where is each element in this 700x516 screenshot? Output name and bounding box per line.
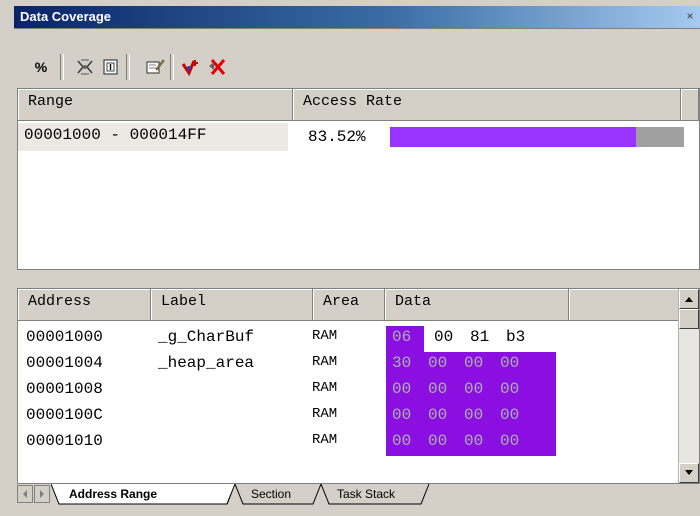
window-title: Data Coverage	[20, 9, 112, 24]
data-byte: 00	[500, 380, 520, 398]
tab-strip: Address Range Section Task Stack	[17, 484, 700, 506]
data-row[interactable]: 00001008 RAM 00 00 00 00	[18, 377, 678, 404]
delete-range-button[interactable]	[204, 54, 230, 80]
access-rate-bar-fill	[390, 127, 636, 147]
column-header-access-rate[interactable]: Access Rate	[293, 89, 681, 121]
data-byte: 00	[464, 432, 484, 450]
memory-button[interactable]	[98, 54, 124, 80]
column-header-address[interactable]: Address	[18, 289, 151, 321]
memory-icon	[103, 59, 118, 75]
data-byte: 00	[392, 432, 412, 450]
address-cell: 00001008	[26, 380, 103, 398]
data-row[interactable]: 0000100C RAM 00 00 00 00	[18, 403, 678, 430]
delete-range-icon	[209, 59, 226, 75]
chevron-left-icon	[23, 490, 27, 498]
add-range-button[interactable]	[178, 54, 204, 80]
access-rate-value: 83.52%	[308, 128, 366, 146]
data-coverage-window: Data Coverage × % Range Access Rate 0000…	[0, 0, 700, 516]
arrow-down-icon	[685, 470, 693, 475]
scroll-down-button[interactable]	[679, 463, 699, 483]
data-byte: 30	[392, 354, 412, 372]
label-cell: _g_CharBuf	[158, 328, 255, 346]
data-byte: 00	[434, 328, 454, 346]
area-cell: RAM	[312, 406, 338, 422]
data-byte: 00	[392, 380, 412, 398]
title-bar[interactable]: Data Coverage ×	[14, 6, 700, 29]
area-cell: RAM	[312, 432, 338, 448]
data-byte: 00	[464, 380, 484, 398]
address-cell: 00001004	[26, 354, 103, 372]
tab-scroll-right-button[interactable]	[34, 485, 50, 503]
chip-icon	[77, 59, 93, 75]
access-rate-bar	[390, 127, 684, 147]
column-header-range[interactable]: Range	[18, 89, 293, 121]
toolbar-separator	[60, 54, 64, 80]
data-byte: b3	[506, 328, 526, 346]
label-cell: _heap_area	[158, 354, 255, 372]
data-byte: 00	[464, 354, 484, 372]
data-byte: 00	[392, 406, 412, 424]
chip-button[interactable]	[72, 54, 98, 80]
column-header-filler	[569, 289, 679, 321]
data-row[interactable]: 00001004 _heap_area RAM 30 00 00 00	[18, 351, 678, 378]
column-header-data[interactable]: Data	[385, 289, 569, 321]
data-byte: 00	[500, 406, 520, 424]
scroll-up-button[interactable]	[679, 289, 699, 309]
chevron-right-icon	[40, 490, 44, 498]
data-table: Address Label Area Data 00001000 _g_CharB…	[17, 288, 700, 484]
percent-button[interactable]: %	[28, 54, 54, 80]
data-byte: 81	[470, 328, 490, 346]
data-byte: 00	[428, 432, 448, 450]
range-value: 00001000 - 000014FF	[18, 123, 288, 151]
tab-address-range[interactable]: Address Range	[69, 484, 209, 504]
area-cell: RAM	[312, 354, 338, 370]
range-row[interactable]: 00001000 - 000014FF 83.52%	[18, 123, 699, 151]
column-header-filler	[681, 89, 699, 121]
vertical-scrollbar[interactable]	[678, 289, 699, 483]
range-table: Range Access Rate 00001000 - 000014FF 83…	[17, 88, 700, 270]
toolbar-separator	[126, 54, 130, 80]
data-row[interactable]: 00001000 _g_CharBuf RAM 06 00 81 b3	[18, 325, 678, 352]
add-range-icon	[181, 60, 198, 77]
area-cell: RAM	[312, 380, 338, 396]
scroll-thumb[interactable]	[679, 309, 699, 329]
tab-section[interactable]: Section	[251, 484, 321, 504]
address-cell: 00001010	[26, 432, 103, 450]
area-cell: RAM	[312, 328, 338, 344]
data-byte: 00	[428, 380, 448, 398]
close-icon[interactable]: ×	[682, 8, 698, 24]
data-byte: 00	[500, 432, 520, 450]
address-cell: 0000100C	[26, 406, 103, 424]
data-row[interactable]: 00001010 RAM 00 00 00 00	[18, 429, 678, 456]
column-header-label[interactable]: Label	[151, 289, 313, 321]
column-header-area[interactable]: Area	[313, 289, 385, 321]
address-cell: 00001000	[26, 328, 103, 346]
edit-range-button[interactable]	[142, 54, 168, 80]
edit-range-icon	[146, 59, 165, 74]
data-byte: 06	[392, 328, 412, 346]
toolbar-separator	[170, 54, 174, 80]
tab-scroll-left-button[interactable]	[17, 485, 33, 503]
data-byte: 00	[428, 406, 448, 424]
arrow-up-icon	[685, 297, 693, 302]
tab-task-stack[interactable]: Task Stack	[337, 484, 417, 504]
toolbar: %	[14, 30, 700, 86]
data-byte: 00	[428, 354, 448, 372]
data-byte: 00	[500, 354, 520, 372]
percent-icon: %	[34, 59, 48, 75]
data-byte: 00	[464, 406, 484, 424]
